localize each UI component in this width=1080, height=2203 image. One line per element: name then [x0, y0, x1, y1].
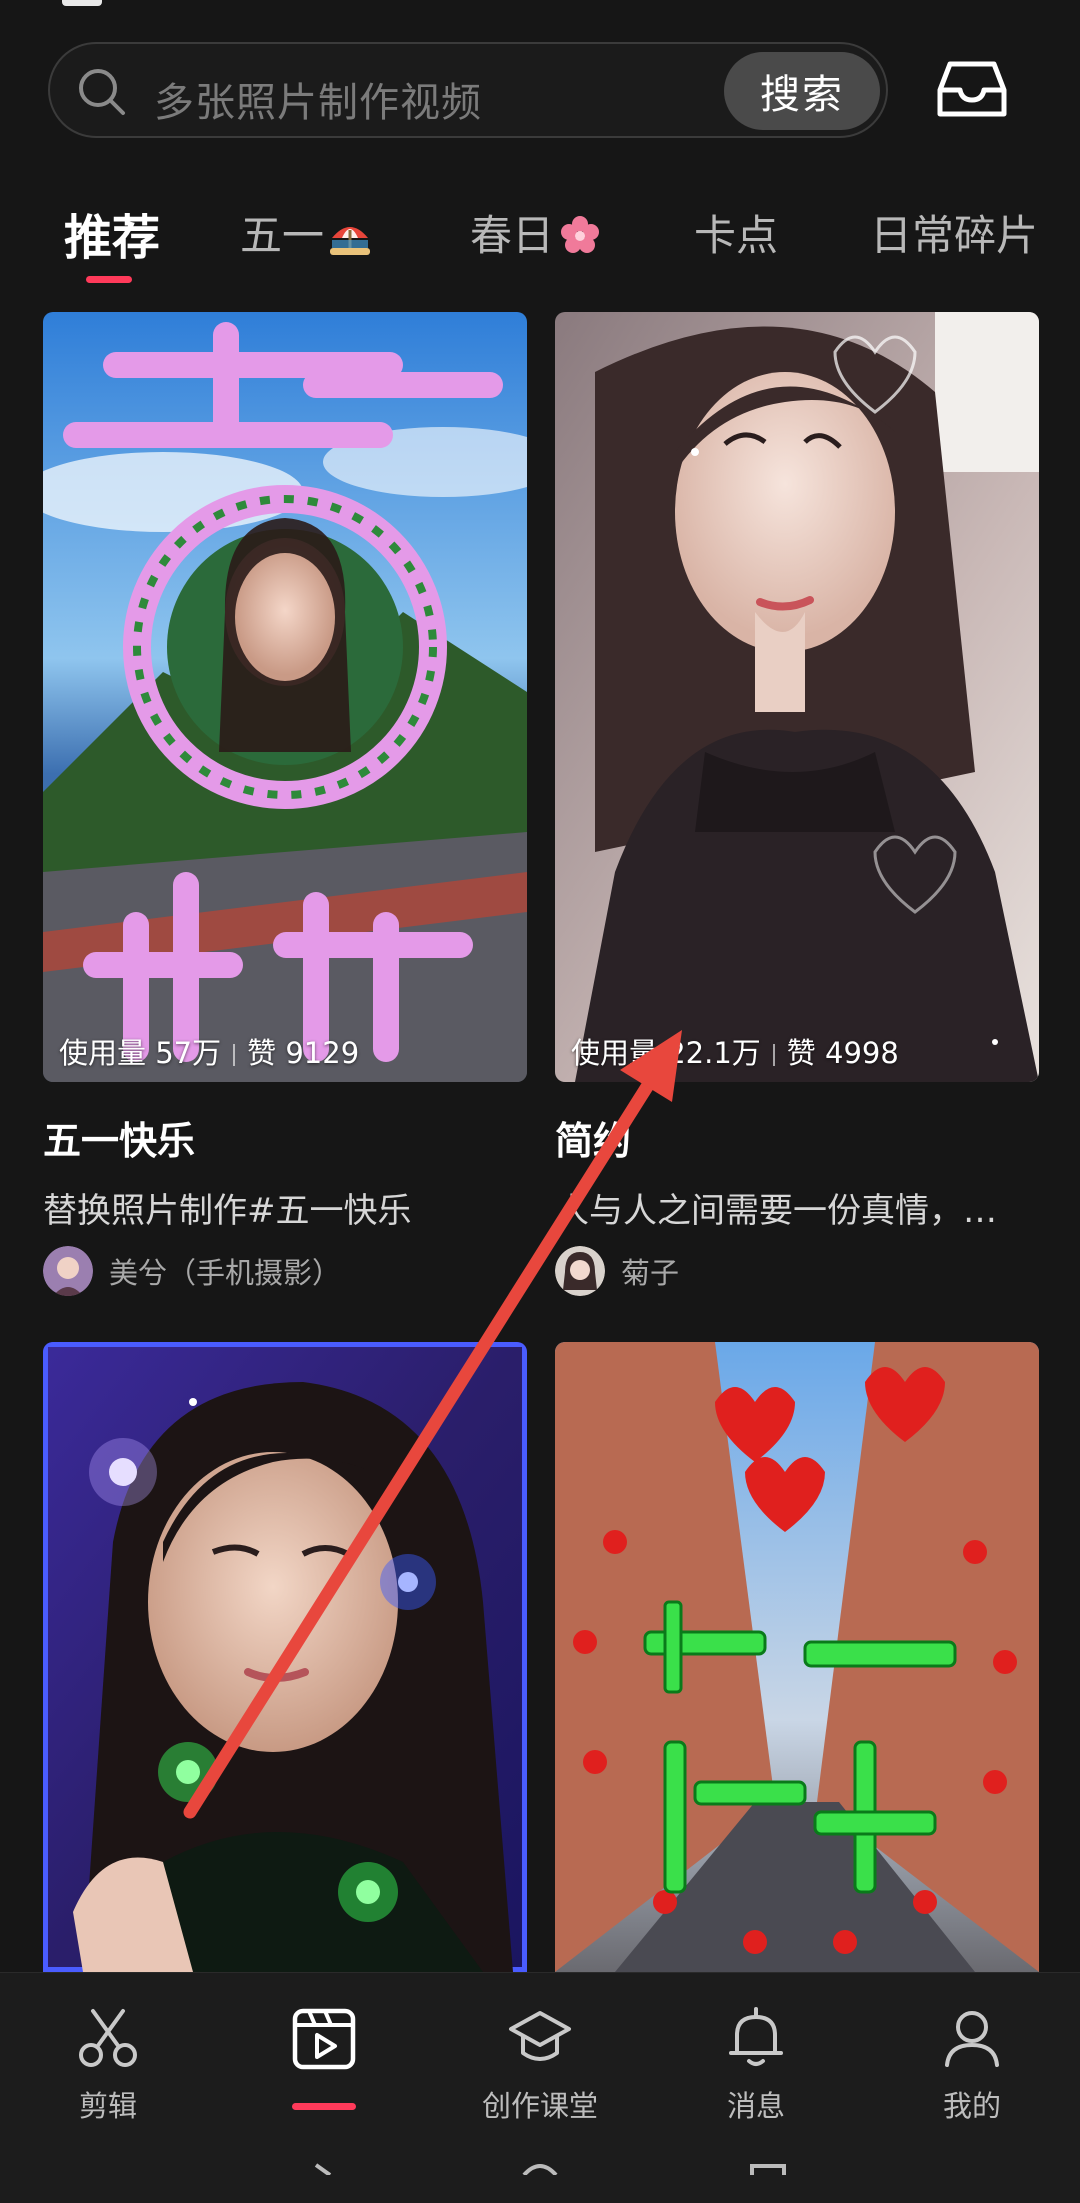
- system-back-icon[interactable]: [300, 2163, 340, 2175]
- nav-edit[interactable]: 剪辑: [28, 2005, 188, 2125]
- usage-stats: 使用量 22.1万赞 4998: [571, 1030, 899, 1072]
- person-icon: [945, 2011, 999, 2067]
- search-input[interactable]: 多张照片制作视频: [154, 70, 482, 128]
- card-title: 五一快乐: [43, 1119, 196, 1163]
- template-card[interactable]: 使用量 22.1万赞 4998 简约 人与人之间需要一份真情，… 菊子: [555, 312, 1039, 1296]
- template-thumbnail[interactable]: 使用量 22.1万赞 4998: [555, 312, 1039, 1082]
- usage-count: 使用量 22.1万: [571, 1036, 761, 1070]
- card-description: 人与人之间需要一份真情，…: [555, 1191, 997, 1231]
- thumbnail-image: [43, 312, 527, 1082]
- scissors-icon: [79, 2009, 137, 2067]
- inbox-icon[interactable]: [936, 60, 1008, 120]
- template-thumbnail[interactable]: 使用量 57万赞 9129: [43, 312, 527, 1082]
- search-icon: [79, 69, 125, 115]
- bell-icon: [729, 2007, 783, 2066]
- nav-label: 消息: [726, 2089, 785, 2123]
- template-card[interactable]: [555, 1342, 1039, 1972]
- template-thumbnail[interactable]: [555, 1342, 1039, 1972]
- category-tabs: 推荐 五一 春日 卡点 日常碎片: [0, 192, 1080, 288]
- thumbnail-image: [43, 1342, 527, 1972]
- clapperboard-icon: [292, 2008, 356, 2070]
- status-bar-fragment: [62, 0, 102, 6]
- author-name: 菊子: [621, 1256, 680, 1290]
- thumbnail-image: [555, 1342, 1039, 1972]
- nav-templates[interactable]: [244, 2005, 404, 2083]
- nav-profile[interactable]: 我的: [892, 2005, 1052, 2125]
- template-thumbnail[interactable]: [43, 1342, 527, 1972]
- like-count: 赞 4998: [786, 1036, 899, 1070]
- tab-recommend[interactable]: 推荐: [64, 198, 160, 268]
- tab-beat-sync[interactable]: 卡点: [694, 202, 778, 263]
- cherry-blossom-icon: [561, 216, 600, 253]
- card-description: 替换照片制作#五一快乐: [43, 1191, 412, 1231]
- search-button[interactable]: 搜索: [724, 52, 880, 130]
- nav-label: 剪辑: [78, 2089, 137, 2123]
- card-title: 简约: [555, 1119, 632, 1163]
- tab-spring[interactable]: 春日: [470, 202, 602, 263]
- usage-count: 使用量 57万: [59, 1036, 222, 1070]
- active-nav-indicator: [292, 2103, 356, 2110]
- bottom-nav: 剪辑 创作课堂 消息 我的: [0, 1972, 1080, 2203]
- avatar: [555, 1246, 605, 1296]
- card-author[interactable]: 美兮（手机摄影）: [43, 1246, 527, 1296]
- tab-daily-fragments[interactable]: 日常碎片: [870, 202, 1038, 263]
- avatar: [43, 1246, 93, 1296]
- card-author[interactable]: 菊子: [555, 1246, 1039, 1296]
- system-home-icon[interactable]: [520, 2163, 560, 2175]
- thumbnail-image: [555, 312, 1039, 1082]
- author-name: 美兮（手机摄影）: [109, 1256, 342, 1290]
- graduation-cap-icon: [509, 2011, 571, 2061]
- like-count: 赞 9129: [247, 1036, 360, 1070]
- nav-messages[interactable]: 消息: [676, 2005, 836, 2125]
- nav-label: 创作课堂: [481, 2089, 598, 2123]
- tab-may-day[interactable]: 五一: [240, 202, 372, 263]
- active-tab-indicator: [86, 276, 132, 283]
- search-bar[interactable]: 多张照片制作视频 搜索: [48, 42, 888, 138]
- usage-stats: 使用量 57万赞 9129: [59, 1030, 359, 1072]
- nav-creator-class[interactable]: 创作课堂: [460, 2005, 620, 2125]
- beach-umbrella-icon: [330, 227, 371, 255]
- nav-label: 我的: [942, 2089, 1001, 2123]
- system-recents-icon[interactable]: [748, 2163, 788, 2175]
- template-card[interactable]: 使用量 57万赞 9129 五一快乐 替换照片制作#五一快乐 美兮（手机摄影）: [43, 312, 527, 1296]
- template-card[interactable]: [43, 1342, 527, 1972]
